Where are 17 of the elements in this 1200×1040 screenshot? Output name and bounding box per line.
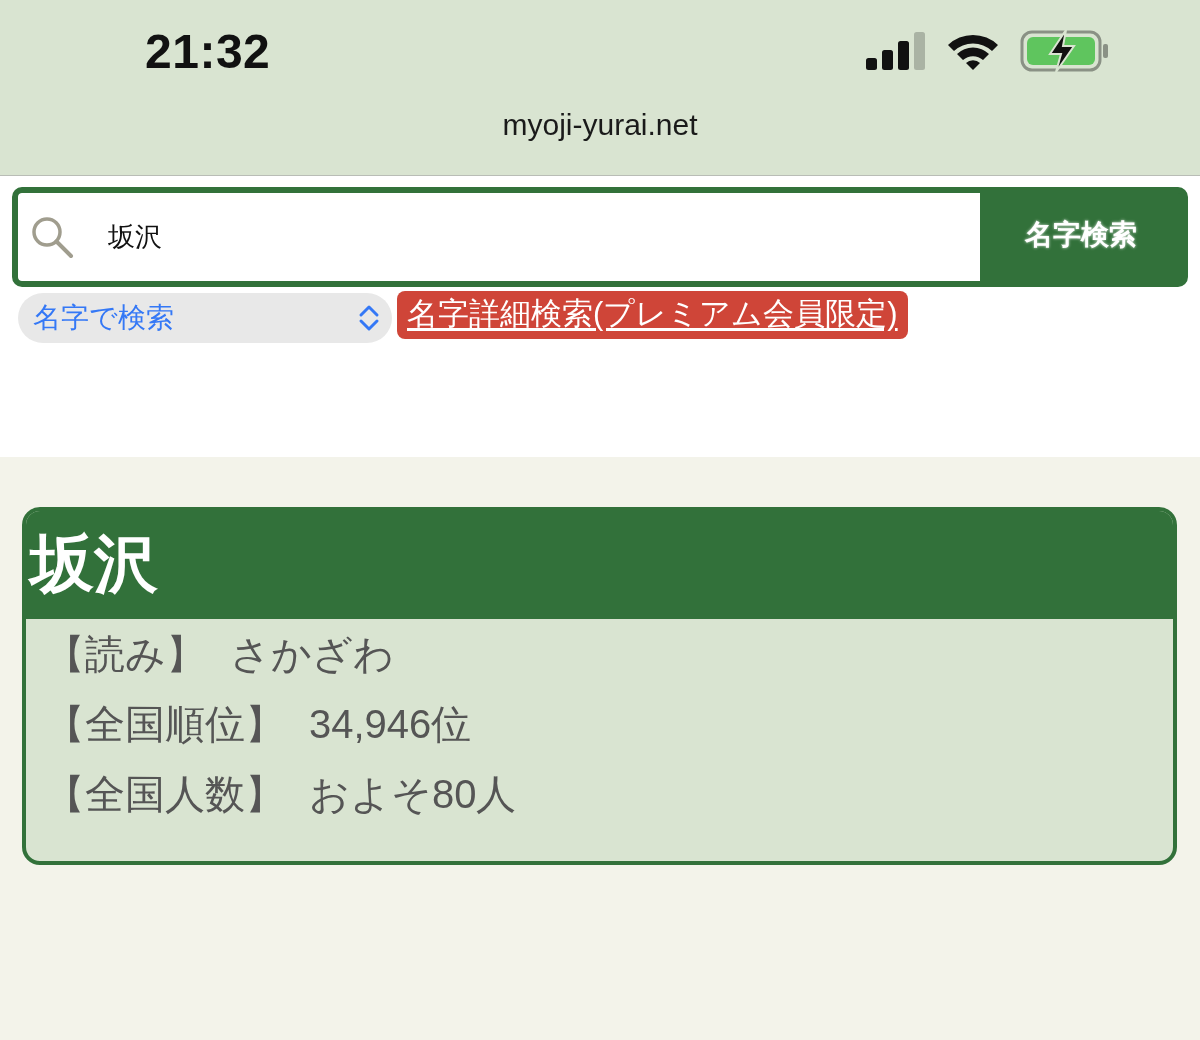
- surname-title: 坂沢: [30, 532, 158, 596]
- info-value: さかざわ: [230, 631, 394, 678]
- up-down-chevron-icon: [358, 304, 380, 332]
- address-url[interactable]: myoji-yurai.net: [502, 108, 698, 142]
- search-field[interactable]: 坂沢: [18, 193, 980, 281]
- info-value: およそ80人: [309, 771, 517, 818]
- status-time: 21:32: [145, 23, 271, 79]
- wifi-icon: [946, 32, 1000, 70]
- search-icon: [30, 215, 74, 259]
- info-value: 34,946位: [309, 701, 472, 748]
- premium-search-link[interactable]: 名字詳細検索(プレミアム会員限定): [397, 291, 908, 339]
- search-mode-select[interactable]: 名字で検索: [18, 293, 392, 343]
- info-label: 【全国人数】: [45, 771, 285, 818]
- info-label: 【読み】: [45, 631, 206, 678]
- info-label: 【全国順位】: [45, 701, 285, 748]
- battery-charging-icon: [1020, 30, 1110, 72]
- signal-icon: [866, 32, 926, 70]
